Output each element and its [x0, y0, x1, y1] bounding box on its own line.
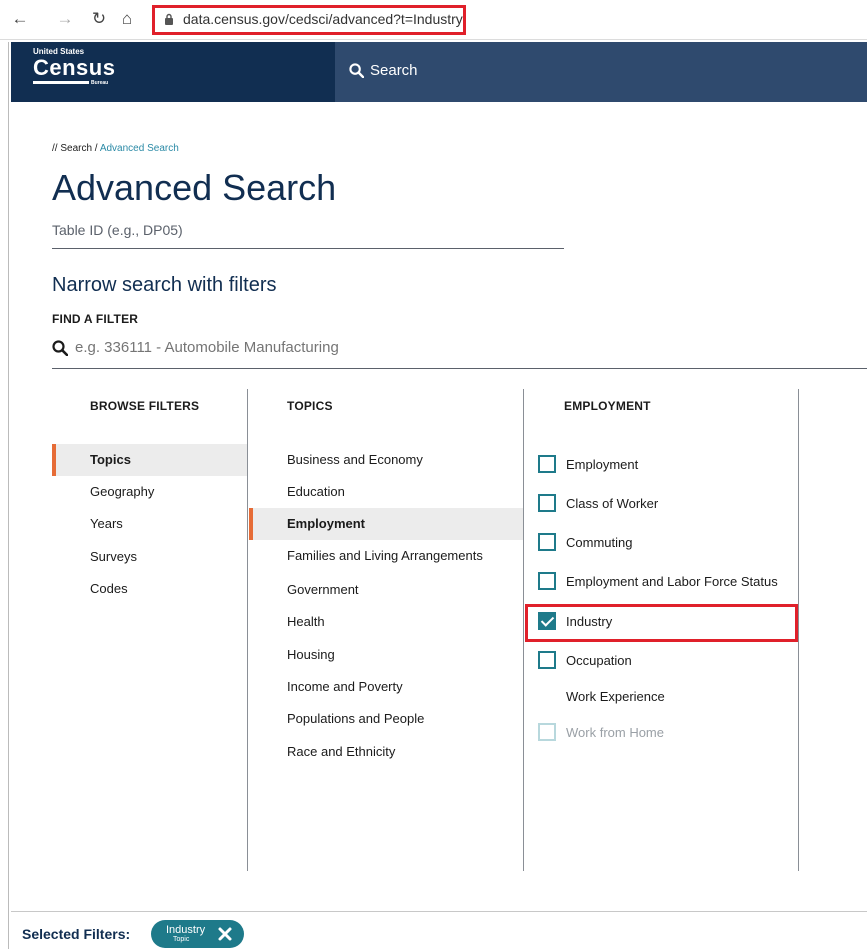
- breadcrumb-current: Advanced Search: [99, 143, 179, 154]
- checkbox-row-class-of-worker[interactable]: Class of Worker: [538, 493, 658, 513]
- column-divider: [798, 389, 799, 871]
- chip-name: Industry: [166, 924, 206, 936]
- checkbox[interactable]: [538, 651, 556, 669]
- topic-item[interactable]: Income and Poverty: [249, 671, 523, 703]
- subtopic-label: Work Experience: [566, 688, 665, 704]
- checkbox[interactable]: [538, 572, 556, 590]
- table-id-underline: [52, 248, 564, 249]
- filter-search: [52, 339, 475, 356]
- reload-icon[interactable]: ↻: [89, 9, 109, 29]
- checkbox-label: Commuting: [566, 534, 633, 550]
- browse-filters-heading: BROWSE FILTERS: [90, 399, 200, 413]
- topic-item[interactable]: Families and Living Arrangements: [249, 540, 523, 572]
- back-arrow-icon[interactable]: ←: [10, 9, 30, 29]
- header-search-link[interactable]: Search: [349, 62, 418, 79]
- site-header-search: Search: [335, 42, 867, 102]
- topic-item[interactable]: Populations and People: [249, 703, 523, 735]
- column-divider: [523, 389, 524, 871]
- browse-item-years[interactable]: Years: [52, 508, 247, 540]
- narrow-search-title: Narrow search with filters: [52, 274, 277, 296]
- browse-item-surveys[interactable]: Surveys: [52, 541, 247, 573]
- checkbox-disabled: [538, 723, 556, 741]
- logo-underline: [33, 81, 89, 84]
- home-icon[interactable]: ⌂: [117, 9, 137, 29]
- subtopic-work-experience[interactable]: Work Experience: [538, 686, 665, 706]
- chip-category: Topic: [173, 936, 190, 943]
- checkbox-row-commuting[interactable]: Commuting: [538, 532, 632, 552]
- topic-item[interactable]: Health: [249, 606, 523, 638]
- checkbox-label: Employment and Labor Force Status: [566, 573, 778, 589]
- breadcrumb: // Search / Advanced Search: [52, 143, 179, 154]
- close-icon[interactable]: [217, 926, 233, 942]
- lock-icon: [165, 13, 173, 25]
- checkbox[interactable]: [538, 494, 556, 512]
- column-divider: [247, 389, 248, 871]
- find-filter-label: FIND A FILTER: [52, 312, 139, 326]
- topic-item[interactable]: Business and Economy: [249, 444, 523, 476]
- selected-filter-chip[interactable]: Industry Topic: [151, 920, 244, 948]
- browse-item-topics[interactable]: Topics: [52, 444, 247, 476]
- logo-main-text: Census: [33, 55, 116, 80]
- checkbox-label: Class of Worker: [566, 495, 659, 511]
- url-text[interactable]: data.census.gov/cedsci/advanced?t=Indust…: [183, 11, 463, 27]
- checkbox-label: Occupation: [566, 652, 632, 668]
- checkbox-label: Employment: [566, 456, 639, 472]
- topic-item[interactable]: Housing: [249, 639, 523, 671]
- site-header-logo[interactable]: United States Census Bureau: [11, 42, 335, 102]
- topic-item[interactable]: Race and Ethnicity: [249, 736, 523, 768]
- checkbox-label: Work from Home: [566, 724, 664, 740]
- page-title: Advanced Search: [52, 167, 337, 208]
- checkbox-row-labor-force[interactable]: Employment and Labor Force Status: [538, 571, 778, 591]
- industry-highlight-box: [525, 604, 798, 642]
- checkbox-row-employment[interactable]: Employment: [538, 454, 638, 474]
- search-icon: [52, 339, 68, 356]
- browse-item-geography[interactable]: Geography: [52, 476, 247, 508]
- checkbox-row-occupation[interactable]: Occupation: [538, 650, 632, 670]
- breadcrumb-separator: /: [92, 143, 100, 154]
- filter-search-underline: [52, 368, 867, 369]
- employment-heading: EMPLOYMENT: [564, 399, 651, 413]
- browser-bar: ← → ↻ ⌂ data.census.gov/cedsci/advanced?…: [0, 0, 867, 40]
- checkbox-row-work-from-home: Work from Home: [538, 722, 664, 742]
- filter-search-input[interactable]: [75, 339, 475, 356]
- topics-heading: TOPICS: [287, 399, 333, 413]
- selected-filters-label: Selected Filters:: [22, 926, 131, 942]
- page-edge: [8, 42, 9, 949]
- table-id-input[interactable]: Table ID (e.g., DP05): [52, 222, 183, 238]
- topic-item[interactable]: Government: [249, 574, 523, 606]
- footer-divider: [11, 911, 867, 912]
- browse-item-codes[interactable]: Codes: [52, 573, 247, 605]
- topic-item[interactable]: Education: [249, 476, 523, 508]
- search-icon: [349, 63, 364, 78]
- checkbox[interactable]: [538, 533, 556, 551]
- forward-arrow-icon[interactable]: →: [55, 9, 75, 29]
- checkbox[interactable]: [538, 455, 556, 473]
- logo-bottom-text: Bureau: [91, 80, 109, 86]
- breadcrumb-search-link[interactable]: // Search: [52, 143, 92, 154]
- topic-item-employment[interactable]: Employment: [249, 508, 523, 540]
- header-search-label: Search: [370, 62, 418, 79]
